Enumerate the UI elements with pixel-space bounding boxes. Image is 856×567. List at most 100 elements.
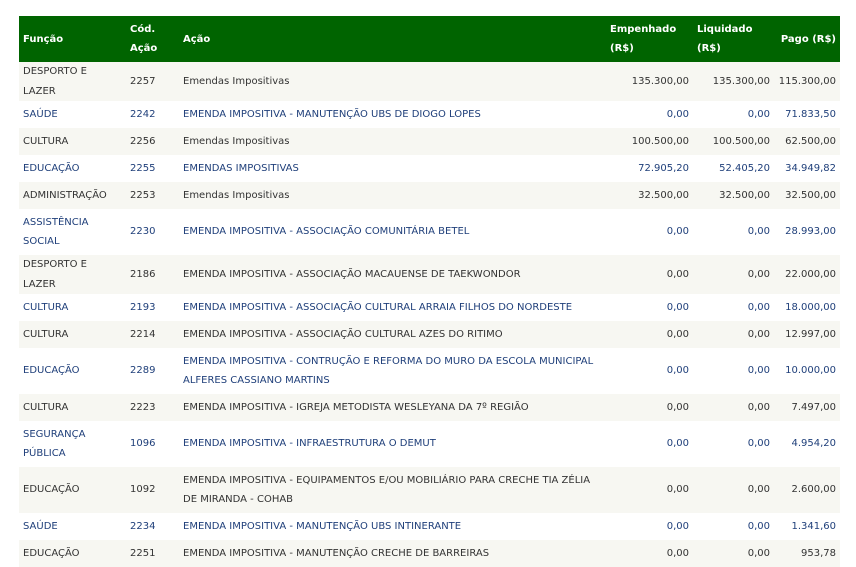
cell-pago: 7.497,00 [774, 394, 840, 421]
cell-liquidado: 0,00 [693, 294, 774, 321]
cell-liquidado: 32.500,00 [693, 182, 774, 209]
cell-empenhado: 0,00 [606, 294, 693, 321]
cell-liquidado: 0,00 [693, 467, 774, 513]
cell-cod: 2230 [126, 209, 179, 255]
table-body: DESPORTO E LAZER 2257 Emendas Impositiva… [19, 62, 840, 567]
cell-acao: EMENDA IMPOSITIVA - INFRAESTRUTURA O DEM… [179, 421, 606, 467]
cell-pago: 32.500,00 [774, 182, 840, 209]
cell-pago: 115.300,00 [774, 62, 840, 101]
cell-acao: EMENDA IMPOSITIVA - EQUIPAMENTOS E/OU MO… [179, 467, 606, 513]
cell-acao: EMENDA IMPOSITIVA - ASSOCIAÇÃO MACAUENSE… [179, 255, 606, 294]
table-row[interactable]: EDUCAÇÃO 2255 EMENDAS IMPOSITIVAS 72.905… [19, 155, 840, 182]
cell-pago: 953,78 [774, 540, 840, 567]
header-liquidado[interactable]: Liquidado (R$) [693, 16, 774, 62]
cell-funcao: CULTURA [19, 128, 126, 155]
cell-cod: 1096 [126, 421, 179, 467]
cell-cod: 2251 [126, 540, 179, 567]
cell-funcao: DESPORTO E LAZER [19, 62, 126, 101]
cell-empenhado: 32.500,00 [606, 182, 693, 209]
table-header: Função Cód. Ação Ação Empenhado (R$) Liq… [19, 16, 840, 62]
cell-funcao: CULTURA [19, 321, 126, 348]
table-row[interactable]: EDUCAÇÃO 1092 EMENDA IMPOSITIVA - EQUIPA… [19, 467, 840, 513]
cell-liquidado: 0,00 [693, 421, 774, 467]
cell-acao: Emendas Impositivas [179, 62, 606, 101]
cell-acao: EMENDA IMPOSITIVA - CONTRUÇÃO E REFORMA … [179, 348, 606, 394]
cell-acao: EMENDA IMPOSITIVA - ASSOCIAÇÃO CULTURAL … [179, 321, 606, 348]
cell-funcao: EDUCAÇÃO [19, 348, 126, 394]
cell-empenhado: 135.300,00 [606, 62, 693, 101]
cell-pago: 18.000,00 [774, 294, 840, 321]
cell-empenhado: 0,00 [606, 101, 693, 128]
table-row[interactable]: SAÚDE 2234 EMENDA IMPOSITIVA - MANUTENÇÃ… [19, 513, 840, 540]
cell-pago: 1.341,60 [774, 513, 840, 540]
table-row[interactable]: SAÚDE 2242 EMENDA IMPOSITIVA - MANUTENÇÃ… [19, 101, 840, 128]
cell-cod: 2223 [126, 394, 179, 421]
cell-pago: 22.000,00 [774, 255, 840, 294]
cell-cod: 2255 [126, 155, 179, 182]
cell-funcao: ASSISTÊNCIA SOCIAL [19, 209, 126, 255]
cell-liquidado: 0,00 [693, 513, 774, 540]
cell-funcao: ADMINISTRAÇÃO [19, 182, 126, 209]
cell-liquidado: 52.405,20 [693, 155, 774, 182]
cell-pago: 28.993,00 [774, 209, 840, 255]
cell-cod: 2234 [126, 513, 179, 540]
cell-acao: EMENDA IMPOSITIVA - MANUTENÇÃO CRECHE DE… [179, 540, 606, 567]
cell-cod: 2214 [126, 321, 179, 348]
cell-acao: Emendas Impositivas [179, 128, 606, 155]
cell-liquidado: 100.500,00 [693, 128, 774, 155]
cell-funcao: DESPORTO E LAZER [19, 255, 126, 294]
cell-pago: 10.000,00 [774, 348, 840, 394]
cell-funcao: CULTURA [19, 394, 126, 421]
table-row[interactable]: CULTURA 2193 EMENDA IMPOSITIVA - ASSOCIA… [19, 294, 840, 321]
cell-cod: 2253 [126, 182, 179, 209]
cell-pago: 34.949,82 [774, 155, 840, 182]
cell-liquidado: 0,00 [693, 348, 774, 394]
cell-empenhado: 0,00 [606, 394, 693, 421]
cell-funcao: EDUCAÇÃO [19, 155, 126, 182]
cell-empenhado: 0,00 [606, 321, 693, 348]
cell-empenhado: 100.500,00 [606, 128, 693, 155]
cell-pago: 4.954,20 [774, 421, 840, 467]
emendas-table: Função Cód. Ação Ação Empenhado (R$) Liq… [19, 16, 840, 567]
table-container: Função Cód. Ação Ação Empenhado (R$) Liq… [19, 16, 840, 567]
header-empenhado[interactable]: Empenhado (R$) [606, 16, 693, 62]
cell-liquidado: 0,00 [693, 321, 774, 348]
cell-empenhado: 0,00 [606, 421, 693, 467]
header-acao[interactable]: Ação [179, 16, 606, 62]
cell-empenhado: 0,00 [606, 513, 693, 540]
cell-funcao: SAÚDE [19, 101, 126, 128]
table-row[interactable]: ADMINISTRAÇÃO 2253 Emendas Impositivas 3… [19, 182, 840, 209]
cell-cod: 2186 [126, 255, 179, 294]
table-row[interactable]: DESPORTO E LAZER 2186 EMENDA IMPOSITIVA … [19, 255, 840, 294]
cell-empenhado: 0,00 [606, 209, 693, 255]
cell-pago: 2.600,00 [774, 467, 840, 513]
cell-liquidado: 0,00 [693, 540, 774, 567]
header-funcao[interactable]: Função [19, 16, 126, 62]
cell-pago: 71.833,50 [774, 101, 840, 128]
header-pago[interactable]: Pago (R$) [774, 16, 840, 62]
cell-acao: EMENDA IMPOSITIVA - ASSOCIAÇÃO CULTURAL … [179, 294, 606, 321]
cell-cod: 2257 [126, 62, 179, 101]
cell-acao: EMENDA IMPOSITIVA - IGREJA METODISTA WES… [179, 394, 606, 421]
table-row[interactable]: CULTURA 2214 EMENDA IMPOSITIVA - ASSOCIA… [19, 321, 840, 348]
table-row[interactable]: ASSISTÊNCIA SOCIAL 2230 EMENDA IMPOSITIV… [19, 209, 840, 255]
table-row[interactable]: CULTURA 2256 Emendas Impositivas 100.500… [19, 128, 840, 155]
cell-acao: EMENDA IMPOSITIVA - ASSOCIAÇÃO COMUNITÁR… [179, 209, 606, 255]
cell-empenhado: 0,00 [606, 348, 693, 394]
table-row[interactable]: CULTURA 2223 EMENDA IMPOSITIVA - IGREJA … [19, 394, 840, 421]
table-row[interactable]: EDUCAÇÃO 2251 EMENDA IMPOSITIVA - MANUTE… [19, 540, 840, 567]
cell-cod: 1092 [126, 467, 179, 513]
cell-pago: 12.997,00 [774, 321, 840, 348]
cell-pago: 62.500,00 [774, 128, 840, 155]
table-row[interactable]: EDUCAÇÃO 2289 EMENDA IMPOSITIVA - CONTRU… [19, 348, 840, 394]
cell-liquidado: 0,00 [693, 394, 774, 421]
table-row[interactable]: SEGURANÇA PÚBLICA 1096 EMENDA IMPOSITIVA… [19, 421, 840, 467]
cell-cod: 2289 [126, 348, 179, 394]
table-row[interactable]: DESPORTO E LAZER 2257 Emendas Impositiva… [19, 62, 840, 101]
cell-liquidado: 0,00 [693, 209, 774, 255]
cell-funcao: SAÚDE [19, 513, 126, 540]
cell-acao: EMENDA IMPOSITIVA - MANUTENÇÃO UBS DE DI… [179, 101, 606, 128]
cell-acao: EMENDAS IMPOSITIVAS [179, 155, 606, 182]
header-cod-acao[interactable]: Cód. Ação [126, 16, 179, 62]
cell-liquidado: 135.300,00 [693, 62, 774, 101]
